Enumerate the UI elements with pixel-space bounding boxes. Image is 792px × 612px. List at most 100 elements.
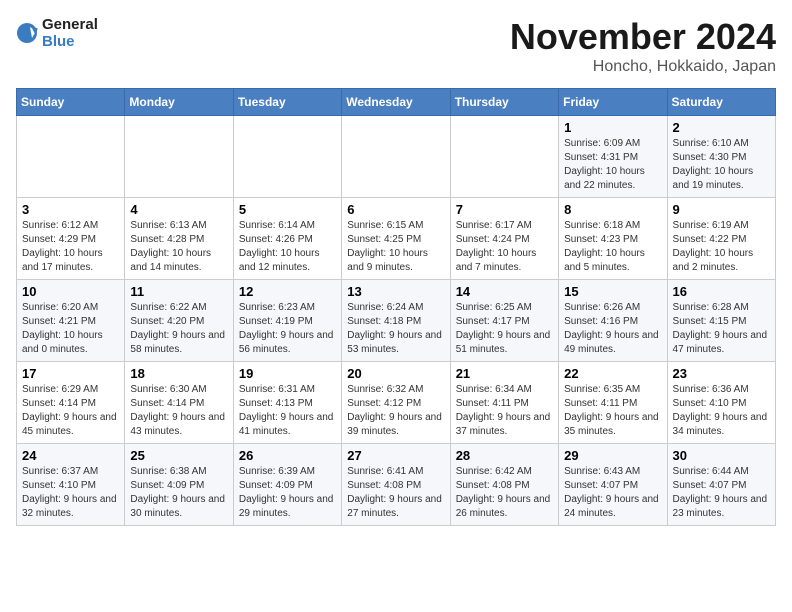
day-number: 20: [347, 366, 444, 381]
calendar-cell: 29 Sunrise: 6:43 AM Sunset: 4:07 PM Dayli…: [559, 444, 667, 526]
day-info: Sunrise: 6:26 AM Sunset: 4:16 PM Dayligh…: [564, 301, 661, 357]
weekday-header-friday: Friday: [559, 89, 667, 116]
calendar-cell: [233, 116, 341, 198]
calendar-cell: 4 Sunrise: 6:13 AM Sunset: 4:28 PM Daylig…: [125, 198, 233, 280]
weekday-header-saturday: Saturday: [667, 89, 775, 116]
day-number: 14: [456, 284, 553, 299]
header: General Blue November 2024 Honcho, Hokka…: [16, 16, 776, 76]
weekday-header-row: SundayMondayTuesdayWednesdayThursdayFrid…: [17, 89, 776, 116]
day-number: 12: [239, 284, 336, 299]
calendar-cell: 17Sunrise: 6:29 AM Sunset: 4:14 PM Dayli…: [17, 362, 125, 444]
calendar-cell: 25Sunrise: 6:38 AM Sunset: 4:09 PM Dayli…: [125, 444, 233, 526]
calendar-cell: [342, 116, 450, 198]
day-number: 11: [130, 284, 227, 299]
day-info: Sunrise: 6:35 AM Sunset: 4:11 PM Dayligh…: [564, 383, 661, 439]
month-title: November 2024: [510, 16, 776, 58]
calendar-cell: 3 Sunrise: 6:12 AM Sunset: 4:29 PM Daylig…: [17, 198, 125, 280]
day-number: 27: [347, 448, 444, 463]
day-number: 15: [564, 284, 661, 299]
day-number: 10: [22, 284, 119, 299]
calendar-cell: 28 Sunrise: 6:42 AM Sunset: 4:08 PM Dayli…: [450, 444, 558, 526]
day-number: 23: [673, 366, 770, 381]
day-number: 1: [564, 120, 661, 135]
calendar-table: SundayMondayTuesdayWednesdayThursdayFrid…: [16, 88, 776, 526]
calendar-cell: 5 Sunrise: 6:14 AM Sunset: 4:26 PM Daylig…: [233, 198, 341, 280]
calendar-week-4: 17Sunrise: 6:29 AM Sunset: 4:14 PM Dayli…: [17, 362, 776, 444]
day-info: Sunrise: 6:42 AM Sunset: 4:08 PM Dayligh…: [456, 465, 553, 521]
calendar-cell: 11Sunrise: 6:22 AM Sunset: 4:20 PM Dayli…: [125, 280, 233, 362]
day-info: Sunrise: 6:20 AM Sunset: 4:21 PM Dayligh…: [22, 301, 119, 357]
day-info: Sunrise: 6:28 AM Sunset: 4:15 PM Dayligh…: [673, 301, 770, 357]
day-info: Sunrise: 6:29 AM Sunset: 4:14 PM Dayligh…: [22, 383, 119, 439]
location-title: Honcho, Hokkaido, Japan: [510, 58, 776, 76]
weekday-header-sunday: Sunday: [17, 89, 125, 116]
day-info: Sunrise: 6:14 AM Sunset: 4:26 PM Dayligh…: [239, 219, 336, 275]
calendar-cell: 18 Sunrise: 6:30 AM Sunset: 4:14 PM Dayli…: [125, 362, 233, 444]
calendar-cell: 22 Sunrise: 6:35 AM Sunset: 4:11 PM Dayli…: [559, 362, 667, 444]
day-number: 13: [347, 284, 444, 299]
day-info: Sunrise: 6:18 AM Sunset: 4:23 PM Dayligh…: [564, 219, 661, 275]
calendar-cell: 2 Sunrise: 6:10 AM Sunset: 4:30 PM Daylig…: [667, 116, 775, 198]
calendar-cell: 9 Sunrise: 6:19 AM Sunset: 4:22 PM Daylig…: [667, 198, 775, 280]
title-area: November 2024 Honcho, Hokkaido, Japan: [510, 16, 776, 76]
calendar-body: 1 Sunrise: 6:09 AM Sunset: 4:31 PM Daylig…: [17, 116, 776, 526]
calendar-cell: [450, 116, 558, 198]
day-info: Sunrise: 6:15 AM Sunset: 4:25 PM Dayligh…: [347, 219, 444, 275]
day-info: Sunrise: 6:43 AM Sunset: 4:07 PM Dayligh…: [564, 465, 661, 521]
day-number: 4: [130, 202, 227, 217]
day-info: Sunrise: 6:10 AM Sunset: 4:30 PM Dayligh…: [673, 137, 770, 193]
calendar-cell: 30 Sunrise: 6:44 AM Sunset: 4:07 PM Dayli…: [667, 444, 775, 526]
day-info: Sunrise: 6:13 AM Sunset: 4:28 PM Dayligh…: [130, 219, 227, 275]
day-info: Sunrise: 6:09 AM Sunset: 4:31 PM Dayligh…: [564, 137, 661, 193]
day-info: Sunrise: 6:24 AM Sunset: 4:18 PM Dayligh…: [347, 301, 444, 357]
day-number: 28: [456, 448, 553, 463]
day-info: Sunrise: 6:19 AM Sunset: 4:22 PM Dayligh…: [673, 219, 770, 275]
day-number: 5: [239, 202, 336, 217]
logo-text: General Blue: [42, 16, 98, 51]
calendar-cell: 14 Sunrise: 6:25 AM Sunset: 4:17 PM Dayli…: [450, 280, 558, 362]
day-number: 16: [673, 284, 770, 299]
day-info: Sunrise: 6:32 AM Sunset: 4:12 PM Dayligh…: [347, 383, 444, 439]
weekday-header-monday: Monday: [125, 89, 233, 116]
calendar-cell: 10 Sunrise: 6:20 AM Sunset: 4:21 PM Dayli…: [17, 280, 125, 362]
day-info: Sunrise: 6:31 AM Sunset: 4:13 PM Dayligh…: [239, 383, 336, 439]
day-number: 8: [564, 202, 661, 217]
calendar-cell: [125, 116, 233, 198]
day-info: Sunrise: 6:25 AM Sunset: 4:17 PM Dayligh…: [456, 301, 553, 357]
logo-icon: [16, 22, 38, 44]
day-info: Sunrise: 6:30 AM Sunset: 4:14 PM Dayligh…: [130, 383, 227, 439]
calendar-cell: 1 Sunrise: 6:09 AM Sunset: 4:31 PM Daylig…: [559, 116, 667, 198]
calendar-cell: 27 Sunrise: 6:41 AM Sunset: 4:08 PM Dayli…: [342, 444, 450, 526]
calendar-cell: [17, 116, 125, 198]
day-number: 3: [22, 202, 119, 217]
calendar-week-5: 24Sunrise: 6:37 AM Sunset: 4:10 PM Dayli…: [17, 444, 776, 526]
day-info: Sunrise: 6:12 AM Sunset: 4:29 PM Dayligh…: [22, 219, 119, 275]
day-number: 22: [564, 366, 661, 381]
day-number: 30: [673, 448, 770, 463]
day-number: 29: [564, 448, 661, 463]
day-number: 19: [239, 366, 336, 381]
calendar-week-3: 10 Sunrise: 6:20 AM Sunset: 4:21 PM Dayli…: [17, 280, 776, 362]
calendar-cell: 7Sunrise: 6:17 AM Sunset: 4:24 PM Daylig…: [450, 198, 558, 280]
day-info: Sunrise: 6:41 AM Sunset: 4:08 PM Dayligh…: [347, 465, 444, 521]
calendar-cell: 6 Sunrise: 6:15 AM Sunset: 4:25 PM Daylig…: [342, 198, 450, 280]
day-number: 2: [673, 120, 770, 135]
day-info: Sunrise: 6:39 AM Sunset: 4:09 PM Dayligh…: [239, 465, 336, 521]
calendar-week-2: 3 Sunrise: 6:12 AM Sunset: 4:29 PM Daylig…: [17, 198, 776, 280]
calendar-week-1: 1 Sunrise: 6:09 AM Sunset: 4:31 PM Daylig…: [17, 116, 776, 198]
day-number: 9: [673, 202, 770, 217]
calendar-cell: 13 Sunrise: 6:24 AM Sunset: 4:18 PM Dayli…: [342, 280, 450, 362]
calendar-cell: 24Sunrise: 6:37 AM Sunset: 4:10 PM Dayli…: [17, 444, 125, 526]
day-number: 6: [347, 202, 444, 217]
weekday-header-wednesday: Wednesday: [342, 89, 450, 116]
day-number: 7: [456, 202, 553, 217]
calendar-cell: 15 Sunrise: 6:26 AM Sunset: 4:16 PM Dayli…: [559, 280, 667, 362]
day-number: 18: [130, 366, 227, 381]
day-number: 25: [130, 448, 227, 463]
calendar-cell: 16 Sunrise: 6:28 AM Sunset: 4:15 PM Dayli…: [667, 280, 775, 362]
day-info: Sunrise: 6:34 AM Sunset: 4:11 PM Dayligh…: [456, 383, 553, 439]
logo: General Blue: [16, 16, 98, 51]
day-info: Sunrise: 6:44 AM Sunset: 4:07 PM Dayligh…: [673, 465, 770, 521]
calendar-cell: 26Sunrise: 6:39 AM Sunset: 4:09 PM Dayli…: [233, 444, 341, 526]
day-number: 24: [22, 448, 119, 463]
